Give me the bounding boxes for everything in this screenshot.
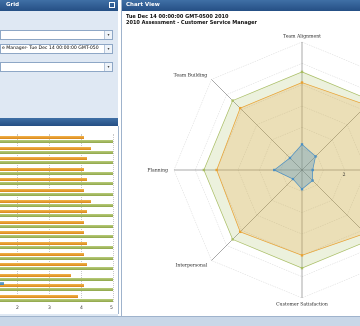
orange-bar — [0, 295, 78, 298]
green-bar — [0, 224, 113, 228]
radar-point — [202, 168, 206, 172]
green-bar — [0, 267, 113, 271]
orange-bar — [0, 273, 72, 277]
green-bar — [0, 246, 113, 249]
orange-bar — [0, 263, 88, 267]
radar-point — [231, 99, 234, 102]
x-tick-label: 4 — [80, 306, 83, 311]
orange-bar — [0, 178, 88, 182]
green-bar — [0, 161, 113, 165]
green-bar — [0, 203, 113, 207]
radar-point — [314, 155, 317, 158]
radar-axis-label: Team Building — [174, 73, 208, 79]
radar-point — [238, 106, 242, 110]
orange-bar — [0, 252, 85, 256]
bar-chart-header — [0, 118, 118, 126]
radar-point — [311, 168, 314, 172]
chart-view-title: Chart View — [126, 2, 160, 8]
green-bar — [0, 256, 113, 260]
radar-point — [311, 179, 314, 182]
radar-axis-label: Team Alignment — [283, 34, 321, 40]
orange-bar — [0, 284, 85, 288]
orange-bar — [0, 199, 91, 203]
chevron-down-icon[interactable]: ▾ — [104, 63, 112, 71]
x-tick-label: 2 — [16, 306, 19, 311]
chart-view-header: Chart View — [122, 0, 360, 11]
orange-bar — [0, 210, 88, 214]
radar-axis-label: Planning — [147, 168, 168, 174]
radar-point — [291, 177, 295, 181]
radar-point — [288, 156, 292, 160]
radar-point — [238, 230, 242, 234]
green-bar — [0, 214, 113, 218]
radar-chart: 24Team AlignmentPerformance ManagementTe… — [147, 34, 360, 308]
x-tick-label: 5 — [110, 306, 113, 311]
green-bar — [0, 193, 113, 196]
orange-bar — [0, 220, 85, 224]
radar-point — [300, 254, 304, 257]
assessment-select-value: e Manager- Tue Dec 14 00:00:00 GMT-050 — [2, 46, 99, 51]
orange-bar — [0, 167, 85, 171]
radar-point — [273, 168, 276, 172]
radar-tick-label: 2 — [343, 172, 346, 178]
orange-bar — [0, 189, 85, 192]
green-bar — [0, 150, 113, 154]
left-panel: Grid ▾ e Manager- Tue Dec 14 00:00:00 GM… — [0, 0, 119, 325]
green-bar — [0, 171, 113, 175]
radar-point — [300, 143, 304, 146]
green-bar — [0, 288, 113, 292]
radar-point — [215, 168, 218, 172]
radar-point — [231, 238, 234, 241]
green-bar — [0, 235, 113, 239]
orange-bar — [0, 242, 88, 245]
radar-point — [300, 81, 304, 84]
filter-field-1[interactable]: ▾ — [0, 30, 113, 40]
chevron-down-icon[interactable]: ▾ — [104, 45, 112, 53]
grid-icon[interactable] — [109, 2, 115, 8]
assessment-select[interactable]: e Manager- Tue Dec 14 00:00:00 GMT-050 ▾ — [0, 44, 113, 54]
orange-bar — [0, 231, 85, 235]
chevron-down-icon[interactable]: ▾ — [104, 31, 112, 39]
radar-point — [300, 70, 304, 74]
radar-axis-label: Interpersonal — [176, 262, 208, 268]
green-bar — [0, 182, 113, 186]
left-panel-header: Grid — [0, 0, 118, 11]
radar-axis-label: Customer Satisfaction — [276, 302, 328, 308]
filter-field-3[interactable]: ▾ — [0, 62, 113, 72]
x-tick-label: 3 — [48, 306, 51, 311]
blue-bar — [0, 281, 4, 285]
radar-point — [300, 266, 304, 270]
orange-bar — [0, 146, 91, 150]
horizontal-bar-chart: 2 3 4 5 — [0, 126, 119, 314]
orange-bar — [0, 157, 88, 161]
green-bar — [0, 140, 113, 143]
green-bar — [0, 277, 113, 281]
chart-view-panel: Chart View Tue Dec 14 00:00:00 GMT-0500 … — [121, 0, 360, 325]
radar-point — [300, 188, 304, 191]
tab-grid[interactable]: Grid — [6, 2, 19, 8]
green-bar — [0, 299, 113, 302]
orange-bar — [0, 136, 85, 139]
